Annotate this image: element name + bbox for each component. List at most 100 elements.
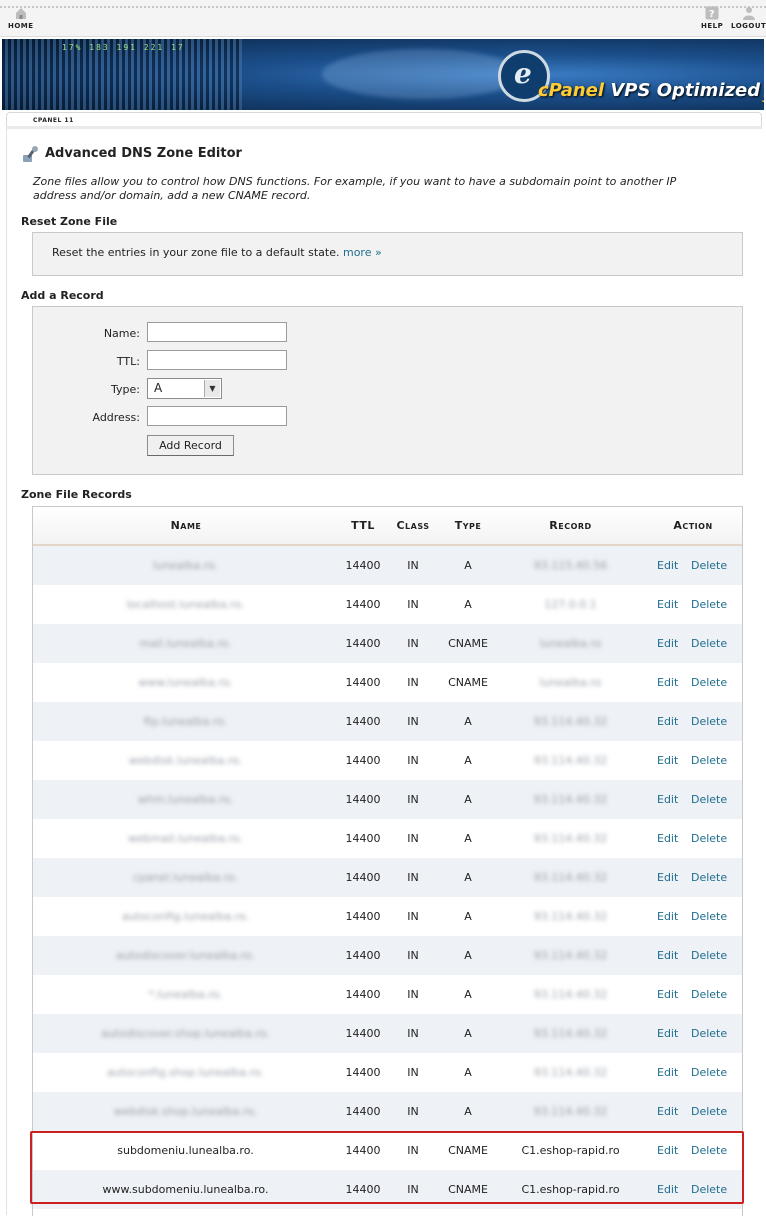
record-type: A [464,1105,472,1118]
home-button[interactable]: HOME [8,6,34,30]
edit-link[interactable]: Edit [657,949,678,962]
reset-more-link[interactable]: more » [343,246,382,259]
table-row: www.lunealba.ro. 14400 IN CNAME lunealba.ro E… [33,663,742,702]
delete-link[interactable]: Delete [691,1183,727,1196]
edit-link[interactable]: Edit [657,637,678,650]
delete-link[interactable]: Delete [691,1027,727,1040]
record-ttl: 14400 [345,1066,381,1079]
delete-link[interactable]: Delete [691,832,727,845]
delete-link[interactable]: Delete [691,676,727,689]
record-class: IN [407,559,419,572]
record-name: cpanel.lunealba.ro. [132,871,239,884]
add-record-heading: Add a Record [21,289,104,302]
delete-link[interactable]: Delete [691,754,727,767]
ttl-input[interactable] [147,350,287,370]
chevron-down-icon[interactable]: ▼ [204,380,220,397]
logo-cpanel: cPanel [538,80,605,101]
record-value: 93.114.40.32 [533,715,608,728]
record-class: IN [407,793,419,806]
home-label: HOME [8,22,34,30]
record-name: webdisk.shop.lunealba.ro. [113,1105,258,1118]
record-ttl: 14400 [345,1105,381,1118]
name-label: Name: [103,327,140,340]
record-ttl: 14400 [345,559,381,572]
cpanel-banner: 17% 183 191 221 17 e cPanel VPS Optimize… [2,39,764,110]
delete-link[interactable]: Delete [691,910,727,923]
record-value: C1.eshop-rapid.ro [521,1183,620,1196]
record-type: A [464,949,472,962]
edit-link[interactable]: Edit [657,1183,678,1196]
record-ttl: 14400 [345,793,381,806]
delete-link[interactable]: Delete [691,871,727,884]
delete-link[interactable]: Delete [691,988,727,1001]
record-value: C1.eshop-rapid.ro [521,1144,620,1157]
record-value: lunealba.ro [539,676,602,689]
delete-link[interactable]: Delete [691,949,727,962]
edit-link[interactable]: Edit [657,871,678,884]
record-type: A [464,1027,472,1040]
edit-link[interactable]: Edit [657,598,678,611]
dns-tools-icon [23,146,38,162]
edit-link[interactable]: Edit [657,676,678,689]
logout-button[interactable]: LOGOUT [731,6,766,30]
record-class: IN [407,754,419,767]
type-select-value: A [154,381,163,395]
address-input[interactable] [147,406,287,426]
delete-link[interactable]: Delete [691,598,727,611]
page-border [6,128,7,1215]
record-ttl: 14400 [345,949,381,962]
record-value: 93.114.40.32 [533,871,608,884]
delete-link[interactable]: Delete [691,1105,727,1118]
record-name: *.lunealba.ro. [148,988,223,1001]
record-value: 93.114.40.32 [533,910,608,923]
record-ttl: 14400 [345,598,381,611]
edit-link[interactable]: Edit [657,910,678,923]
edit-link[interactable]: Edit [657,715,678,728]
record-name: www.lunealba.ro. [138,676,233,689]
record-ttl: 14400 [345,1144,381,1157]
edit-link[interactable]: Edit [657,988,678,1001]
edit-link[interactable]: Edit [657,832,678,845]
table-row: webdisk.lunealba.ro. 14400 IN A 93.114.40.32… [33,741,742,780]
edit-link[interactable]: Edit [657,1027,678,1040]
record-value: 93.114.40.32 [533,1027,608,1040]
table-row: *.lunealba.ro. 14400 IN A 93.114.40.32 Edit De… [33,975,742,1014]
edit-link[interactable]: Edit [657,793,678,806]
cpanel-logo-text: cPanel VPS Optimized3 [538,80,764,105]
record-name: autoconfig.shop.lunealba.ro. [107,1066,264,1079]
edit-link[interactable]: Edit [657,754,678,767]
record-ttl: 14400 [345,1027,381,1040]
logo-version: 3 [762,94,764,105]
record-type: A [464,832,472,845]
delete-link[interactable]: Delete [691,559,727,572]
add-record-button[interactable]: Add Record [147,435,234,456]
record-class: IN [407,1027,419,1040]
edit-link[interactable]: Edit [657,559,678,572]
record-class: IN [407,988,419,1001]
edit-link[interactable]: Edit [657,1144,678,1157]
delete-link[interactable]: Delete [691,637,727,650]
edit-link[interactable]: Edit [657,1066,678,1079]
table-row: subdomeniu.lunealba.ro. 14400 IN CNAME C1.es… [33,1131,742,1170]
record-class: IN [407,871,419,884]
record-name: whm.lunealba.ro. [137,793,234,806]
name-input[interactable] [147,322,287,342]
record-value: 93.114.40.32 [533,793,608,806]
dotted-divider [0,6,766,10]
record-value: 93.114.40.32 [533,988,608,1001]
edit-link[interactable]: Edit [657,1105,678,1118]
help-button[interactable]: ? HELP [701,6,723,30]
delete-link[interactable]: Delete [691,1066,727,1079]
record-name: webdisk.lunealba.ro. [128,754,243,767]
record-type: CNAME [448,1144,488,1157]
ttl-label: TTL: [116,355,140,368]
column-header-record: Record [549,519,592,532]
delete-link[interactable]: Delete [691,1144,727,1157]
type-select[interactable]: A ▼ [147,378,222,399]
record-value: 93.114.40.32 [533,832,608,845]
table-row: webdisk.shop.lunealba.ro. 14400 IN A 93.114.… [33,1092,742,1131]
table-row: webmail.lunealba.ro. 14400 IN A 93.114.40.32… [33,819,742,858]
delete-link[interactable]: Delete [691,715,727,728]
record-value: 93.114.40.32 [533,949,608,962]
delete-link[interactable]: Delete [691,793,727,806]
